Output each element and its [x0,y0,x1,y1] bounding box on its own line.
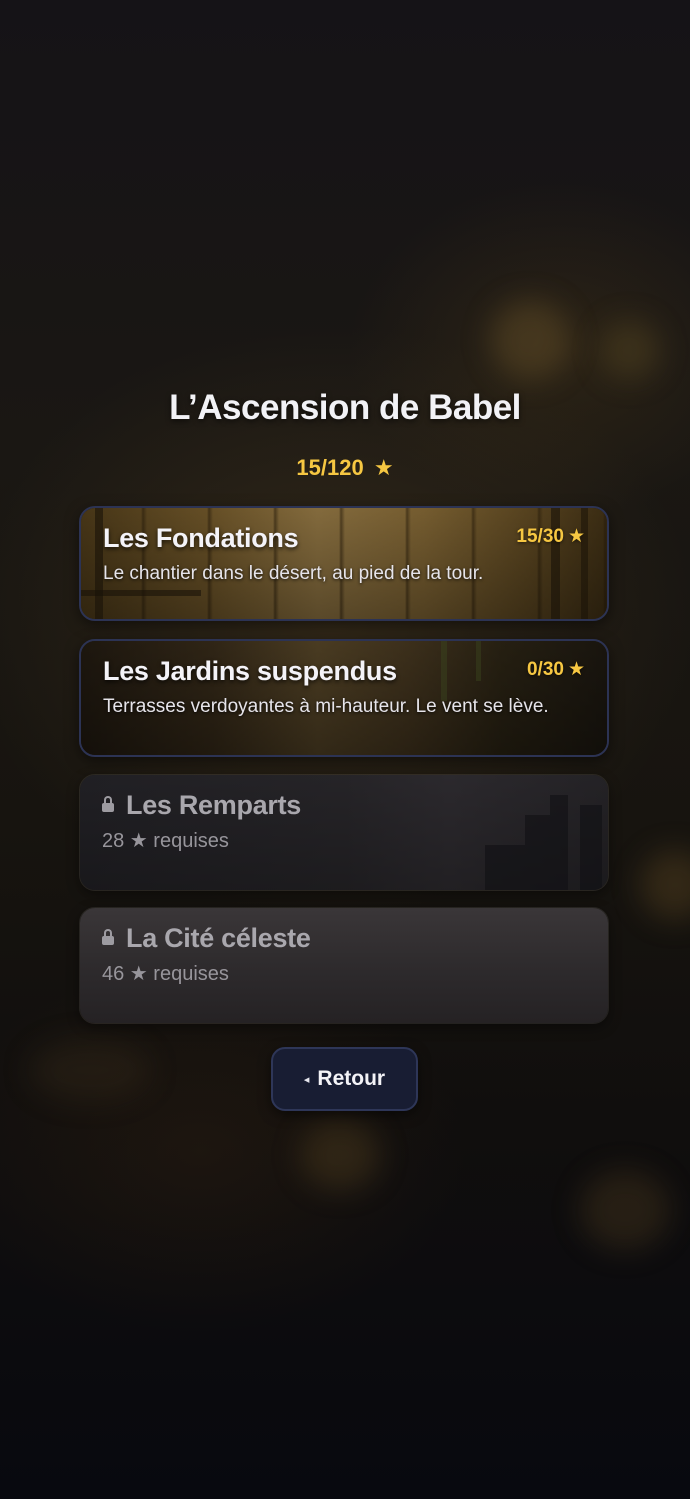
total-stars-counter: 15/120 ★ [0,455,690,481]
foliage-decoration [476,641,481,681]
level-name: Les Fondations [103,523,299,553]
lock-icon [102,796,114,812]
level-stars: 15/30 ★ [516,525,585,548]
level-name: La Cité céleste [126,923,311,953]
level-name: Les Jardins suspendus [103,656,397,686]
scaffold-decoration [95,508,103,619]
bokeh-light [490,300,570,380]
level-name: Les Remparts [126,790,301,820]
level-stars: 0/30 ★ [527,658,585,681]
bokeh-light [300,1120,380,1190]
level-card-remparts[interactable]: Les Remparts 28 ★ requises [79,774,609,891]
bokeh-light [600,320,660,380]
bokeh-light [30,1040,150,1100]
level-description: Terrasses verdoyantes à mi-hauteur. Le v… [103,696,549,717]
total-stars-value: 15/120 [296,455,364,480]
level-stars-value: 0/30 [526,659,564,680]
scaffold-decoration [81,590,201,596]
page-title: L’Ascension de Babel [169,388,521,427]
star-icon: ★ [373,455,394,480]
back-button[interactable]: ◂ Retour [271,1047,418,1111]
ruin-silhouette [485,845,525,890]
level-card-fondations[interactable]: Les Fondations 15/30 ★ Le chantier dans l… [79,506,609,621]
level-description: Le chantier dans le désert, au pied de l… [103,563,484,584]
level-name-locked: Les Remparts [102,790,301,821]
lock-icon [102,929,114,945]
level-name-locked: La Cité céleste [102,923,311,954]
ruin-silhouette [580,805,602,890]
bokeh-light [640,850,690,920]
star-icon: ★ [567,659,585,680]
ruin-silhouette [525,815,550,890]
level-requirement: 46 ★ requises [102,963,229,985]
level-requirement: 28 ★ requises [102,830,229,852]
star-icon: ★ [567,526,585,547]
level-stars-value: 15/30 [516,526,564,547]
level-select-screen: L’Ascension de Babel 15/120 ★ Les Fondat… [0,0,690,1499]
ruin-silhouette [550,795,568,890]
bokeh-light [580,1170,670,1250]
back-button-label: Retour [317,1067,386,1090]
back-arrow-icon: ◂ [303,1073,310,1086]
foliage-decoration [441,641,447,701]
level-card-jardins-suspendus[interactable]: Les Jardins suspendus 0/30 ★ Terrasses ve… [79,639,609,757]
level-card-cite-celeste[interactable]: La Cité céleste 46 ★ requises [79,907,609,1024]
